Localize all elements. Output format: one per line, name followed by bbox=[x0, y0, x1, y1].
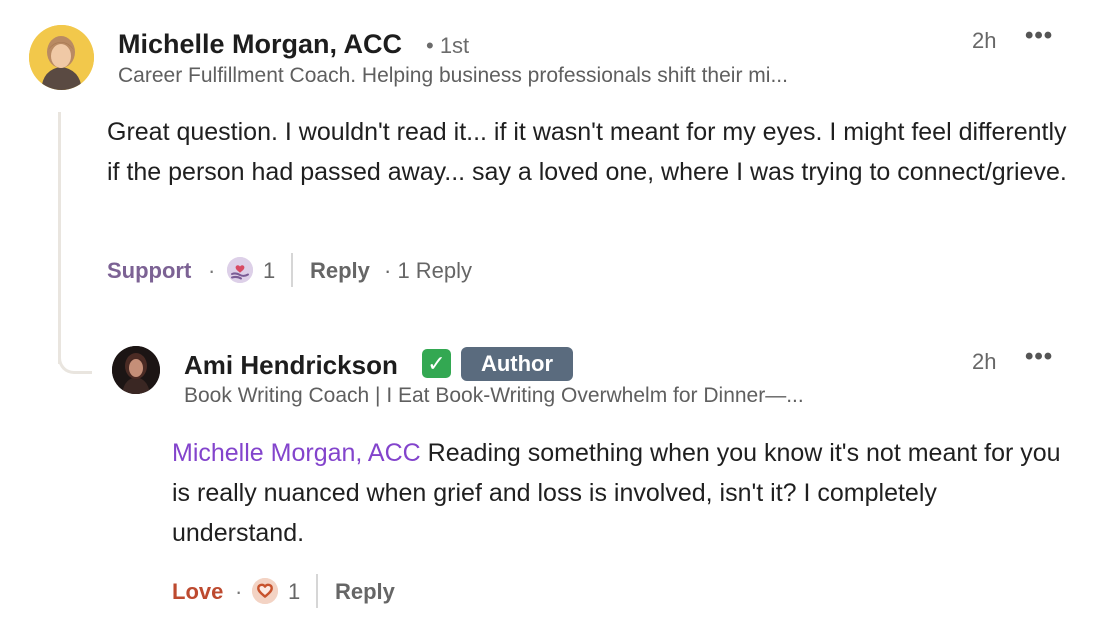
reaction-separator: · bbox=[235, 579, 243, 604]
thread-line bbox=[58, 112, 61, 364]
more-options-icon[interactable]: ••• bbox=[1025, 343, 1053, 371]
support-reaction-button[interactable]: Support bbox=[107, 258, 191, 284]
mention-link[interactable]: Michelle Morgan, ACC bbox=[172, 439, 421, 467]
comment-author-name[interactable]: Michelle Morgan, ACC bbox=[118, 29, 402, 60]
reaction-separator: · bbox=[208, 258, 216, 283]
comment-timestamp: 2h bbox=[972, 28, 997, 53]
more-options-icon[interactable]: ••• bbox=[1025, 22, 1053, 50]
verified-check-icon: ✓ bbox=[422, 349, 451, 378]
reply-author-headline: Book Writing Coach | I Eat Book-Writing … bbox=[184, 384, 804, 407]
love-reaction-icon[interactable] bbox=[252, 578, 278, 604]
reply-author-name[interactable]: Ami Hendrickson bbox=[184, 350, 398, 381]
action-divider bbox=[291, 253, 293, 287]
avatar-ami-hendrickson[interactable] bbox=[112, 346, 160, 394]
support-reaction-icon[interactable] bbox=[227, 257, 253, 283]
author-badge: Author bbox=[461, 347, 573, 381]
thread-line-curve bbox=[58, 348, 92, 374]
reply-button[interactable]: Reply bbox=[335, 579, 395, 605]
reply-button[interactable]: Reply bbox=[310, 258, 370, 284]
reaction-count[interactable]: 1 bbox=[263, 258, 275, 284]
reply-text: Michelle Morgan, ACC Reading something w… bbox=[172, 433, 1072, 553]
comment-author-headline: Career Fulfillment Coach. Helping busine… bbox=[118, 64, 788, 87]
love-reaction-button[interactable]: Love bbox=[172, 579, 223, 605]
connection-degree: • 1st bbox=[426, 33, 470, 58]
reply-count-link[interactable]: · 1 Reply bbox=[384, 258, 472, 284]
avatar-michelle-morgan[interactable] bbox=[29, 25, 94, 90]
reaction-count[interactable]: 1 bbox=[288, 579, 300, 605]
reply-timestamp: 2h bbox=[972, 349, 997, 374]
comment-text: Great question. I wouldn't read it... if… bbox=[107, 118, 1067, 186]
action-divider bbox=[316, 574, 318, 608]
